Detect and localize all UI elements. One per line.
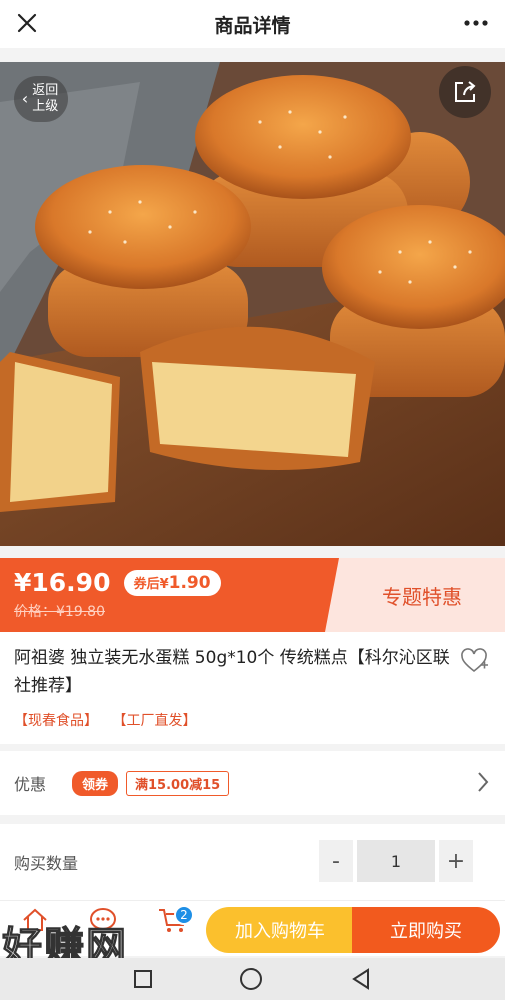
top-bar: 商品详情 [0, 0, 505, 48]
customer-service-icon[interactable] [78, 905, 128, 955]
back-button[interactable]: ‹ 返回上级 [14, 76, 68, 122]
cart-icon[interactable]: 2 [148, 905, 198, 955]
back-triangle-icon[interactable] [349, 967, 373, 991]
full-reduction-tag: 满15.00减15 [126, 770, 230, 796]
quantity-row: 购买数量 - 1 + [0, 824, 505, 900]
coupon-price-pill: 券后¥1.90 [123, 569, 221, 596]
product-photo [0, 62, 505, 546]
home-circle-icon[interactable] [238, 966, 264, 992]
quantity-input[interactable]: 1 [357, 840, 435, 882]
decrease-button[interactable]: - [319, 840, 353, 882]
price-panel: ¥16.90 券后¥1.90 价格：¥19.80 [0, 558, 339, 632]
bottom-action-bar: 2 加入购物车 立即购买 [0, 900, 505, 956]
system-navigation-bar [0, 958, 505, 1000]
promotion-row[interactable]: 优惠 领券 满15.00减15 [0, 751, 505, 815]
product-title: 阿祖婆 独立装无水蛋糕 50g*10个 传统糕点【科尔沁区联社推荐】 [14, 648, 450, 696]
product-info: 阿祖婆 独立装无水蛋糕 50g*10个 传统糕点【科尔沁区联社推荐】 【现春食品… [0, 632, 505, 744]
add-to-cart-button[interactable]: 加入购物车 [206, 907, 354, 953]
chevron-right-icon [478, 772, 489, 792]
original-price: 价格：¥19.80 [14, 604, 105, 620]
quantity-label: 购买数量 [14, 854, 79, 873]
price-band: ¥16.90 券后¥1.90 价格：¥19.80 专题特惠 [0, 558, 505, 632]
tag-item: 【现春食品】 [14, 713, 98, 729]
increase-button[interactable]: + [439, 840, 473, 882]
current-price: ¥16.90 [14, 568, 111, 597]
cart-count-badge: 2 [174, 905, 194, 925]
promo-label: 优惠 [14, 775, 47, 794]
get-coupon-tag[interactable]: 领券 [72, 770, 119, 796]
quantity-stepper: - 1 + [319, 840, 473, 882]
special-promo-label: 专题特惠 [325, 558, 505, 632]
home-icon[interactable] [10, 905, 60, 955]
share-button[interactable] [439, 66, 491, 118]
close-icon[interactable] [12, 8, 42, 38]
chevron-left-icon: ‹ [21, 89, 29, 108]
share-icon [455, 81, 476, 102]
tag-item: 【工厂直发】 [112, 713, 197, 729]
favorite-heart-icon[interactable] [459, 646, 489, 676]
recent-apps-icon[interactable] [132, 968, 154, 990]
buy-now-button[interactable]: 立即购买 [352, 907, 500, 953]
product-tags: 【现春食品】 【工厂直发】 [14, 710, 491, 730]
page-title: 商品详情 [214, 14, 291, 37]
product-image-carousel[interactable] [0, 62, 505, 546]
more-icon[interactable] [459, 8, 493, 38]
product-detail-page: 商品详情 ‹ 返回上级 ¥16.90 券后¥1.90 价格：¥19.80 专题特… [0, 0, 505, 1000]
back-label: 返回上级 [32, 83, 59, 114]
